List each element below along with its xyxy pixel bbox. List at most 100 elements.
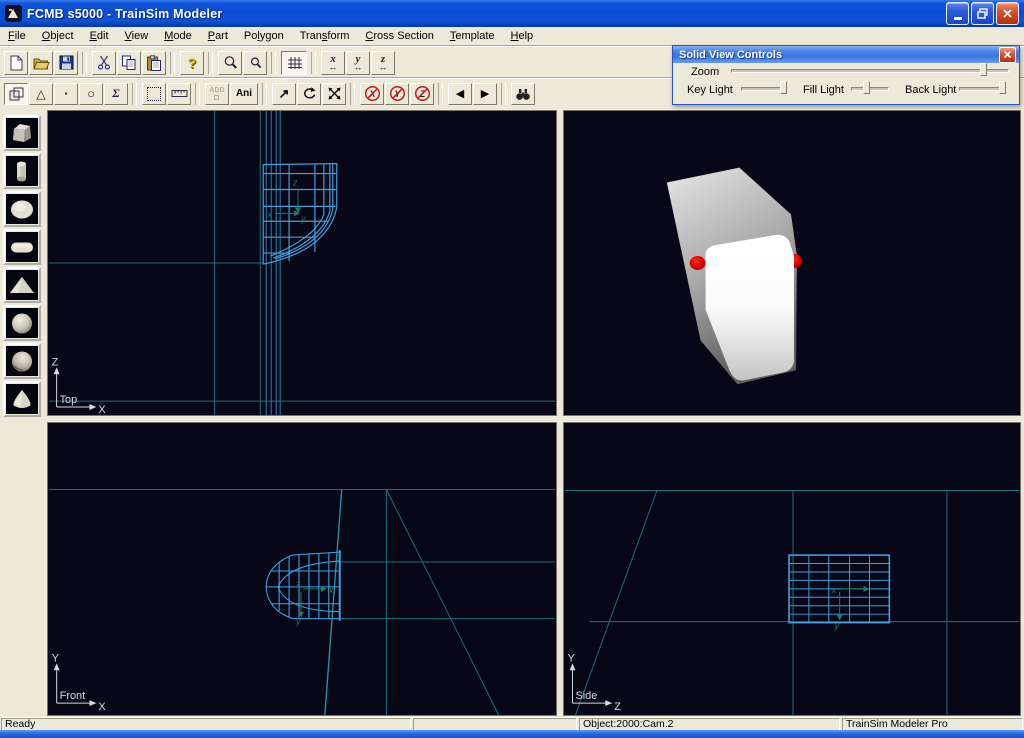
toolbar-separator (170, 52, 175, 74)
grid-toggle-button[interactable] (281, 51, 307, 75)
viewport-solid-3d[interactable] (563, 110, 1021, 416)
lock-z-button[interactable]: Z (410, 83, 434, 105)
dialog-title-bar[interactable]: Solid View Controls (673, 46, 1019, 63)
viewport-front-label: Front (60, 690, 85, 702)
menu-item-transform[interactable]: Transform (292, 27, 358, 45)
key-light-thumb[interactable] (780, 81, 787, 94)
shape-tool-ellipse[interactable] (3, 191, 41, 227)
y-axis-icon: y↔ (354, 54, 363, 72)
viewport-front[interactable]: z x y Y X Front (47, 422, 557, 716)
rotate-icon (302, 86, 317, 101)
scale-button[interactable] (322, 83, 346, 105)
zoom-in-button[interactable] (218, 51, 242, 75)
paste-button[interactable] (142, 51, 166, 75)
svg-text:Y: Y (568, 652, 576, 664)
x-axis-button[interactable]: x↔ (321, 51, 345, 75)
circle-mode-button[interactable]: ○ (79, 83, 103, 105)
find-button[interactable] (511, 83, 535, 105)
cut-button[interactable] (92, 51, 116, 75)
taskbar-strip[interactable] (0, 730, 1024, 738)
toolbar-separator (208, 52, 213, 74)
close-button[interactable] (996, 2, 1019, 25)
help-button[interactable]: ? (180, 51, 204, 75)
zoom-out-icon (248, 55, 263, 70)
zoom-slider-thumb[interactable] (980, 63, 987, 76)
next-button[interactable]: ▶ (473, 83, 497, 105)
menu-item-cross-section[interactable]: Cross Section (357, 27, 441, 45)
menu-item-mode[interactable]: Mode (156, 27, 200, 45)
zoom-in-icon (223, 55, 238, 70)
point-icon: ▪ (65, 89, 68, 98)
zoom-out-button[interactable] (243, 51, 267, 75)
next-icon: ▶ (481, 87, 489, 100)
point-mode-button[interactable]: ▪ (54, 83, 78, 105)
box-mode-button[interactable] (4, 83, 28, 105)
menu-item-part[interactable]: Part (200, 27, 236, 45)
shape-tool-lozenge[interactable] (3, 229, 41, 265)
shape-tool-sphere-shaded[interactable] (3, 343, 41, 379)
toolbar-separator (311, 52, 316, 74)
lock-x-button[interactable]: X (360, 83, 384, 105)
shape-tool-cone[interactable] (3, 381, 41, 417)
shape-tool-box[interactable] (3, 115, 41, 151)
solid-view-controls-dialog[interactable]: Solid View Controls Zoom Key Light Fill … (672, 45, 1020, 105)
menu-bar: FileObjectEditViewModePartPolygonTransfo… (0, 27, 1024, 46)
back-light-thumb[interactable] (999, 81, 1006, 94)
menu-item-help[interactable]: Help (503, 27, 542, 45)
zoom-slider[interactable] (731, 63, 1009, 77)
svg-text:Y: Y (52, 652, 60, 664)
viewport-top[interactable]: z x y Z X Top (47, 110, 557, 416)
dialog-title: Solid View Controls (679, 49, 782, 61)
shape-tool-pyramid[interactable] (3, 267, 41, 303)
restore-button[interactable] (971, 2, 994, 25)
menu-item-view[interactable]: View (117, 27, 157, 45)
dialog-close-button[interactable] (999, 47, 1016, 63)
move-button[interactable]: ↗ (272, 83, 296, 105)
y-axis-button[interactable]: y↔ (346, 51, 370, 75)
ruler-button[interactable] (167, 83, 191, 105)
marquee-select-button[interactable] (142, 83, 166, 105)
lock-y-button[interactable]: Y (385, 83, 409, 105)
paste-clipboard-icon (146, 55, 162, 71)
svg-text:Z: Z (614, 701, 621, 713)
minimize-button[interactable] (946, 2, 969, 25)
main-area: z x y Z X Top (0, 107, 1024, 717)
svg-text:Z: Z (52, 356, 59, 368)
svg-text:z: z (292, 178, 298, 188)
toolbar-separator (501, 83, 506, 105)
fill-light-slider[interactable] (851, 81, 889, 95)
key-light-slider[interactable] (741, 81, 787, 95)
menu-item-file[interactable]: File (0, 27, 34, 45)
copy-button[interactable] (117, 51, 141, 75)
new-button[interactable] (4, 51, 28, 75)
menu-item-template[interactable]: Template (442, 27, 503, 45)
shape-tool-cylinder[interactable] (3, 153, 41, 189)
rotate-button[interactable] (297, 83, 321, 105)
triangle-mode-button[interactable]: △ (29, 83, 53, 105)
toolbar-separator (271, 52, 276, 74)
shape-tool-sphere[interactable] (3, 305, 41, 341)
z-axis-icon: z↔ (379, 54, 388, 72)
spline-mode-button[interactable]: Σ (104, 83, 128, 105)
binoculars-icon (515, 87, 531, 101)
menu-item-edit[interactable]: Edit (82, 27, 117, 45)
copy-icon (121, 55, 137, 71)
save-floppy-icon (59, 55, 74, 70)
circle-icon: ○ (87, 86, 95, 101)
viewport-side-label: Side (575, 690, 597, 702)
back-light-slider[interactable] (959, 81, 1007, 95)
z-axis-button[interactable]: z↔ (371, 51, 395, 75)
ellipse-shape-icon (8, 196, 36, 223)
animate-button[interactable]: Ani (230, 83, 258, 105)
svg-text:x: x (328, 585, 334, 595)
menu-item-object[interactable]: Object (34, 27, 82, 45)
svg-text:y: y (295, 617, 301, 627)
viewport-side[interactable]: x y Y Z Side (563, 422, 1021, 716)
fill-light-thumb[interactable] (863, 81, 870, 94)
save-button[interactable] (54, 51, 78, 75)
prev-button[interactable]: ◀ (448, 83, 472, 105)
new-file-icon (9, 55, 24, 71)
title-bar[interactable]: FCMB s5000 - TrainSim Modeler (0, 0, 1024, 27)
open-button[interactable] (29, 51, 53, 75)
menu-item-polygon[interactable]: Polygon (236, 27, 292, 45)
